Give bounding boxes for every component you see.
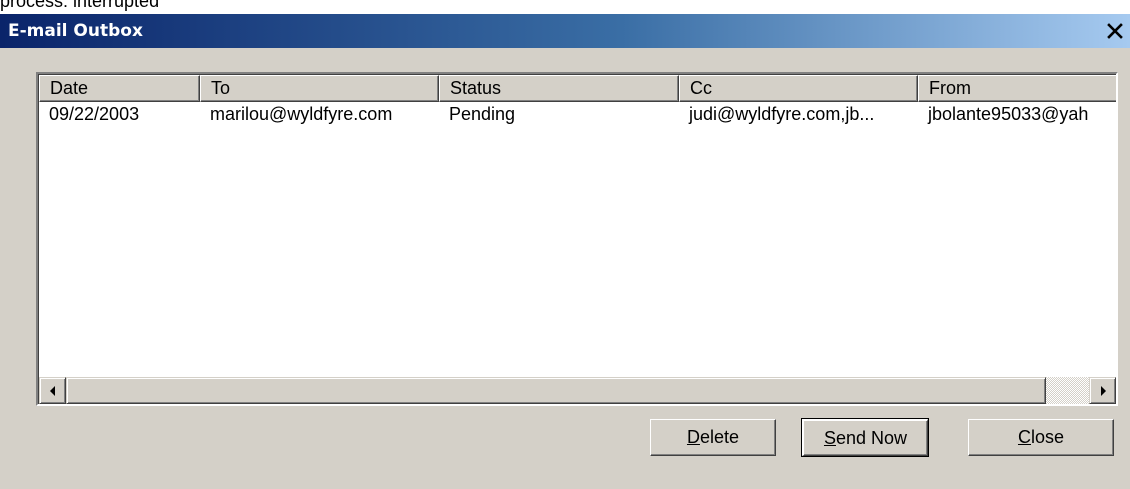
background-window-strip: process: interrupted — [0, 0, 1130, 14]
email-outbox-dialog: E-mail Outbox Date To Status Cc From 09/… — [0, 14, 1130, 489]
horizontal-scrollbar[interactable] — [39, 377, 1116, 404]
cell-to: marilou@wyldfyre.com — [210, 104, 393, 124]
scroll-right-button[interactable] — [1089, 377, 1116, 404]
column-header-date[interactable]: Date — [39, 75, 200, 102]
column-header-from[interactable]: From — [918, 75, 1116, 102]
window-title: E-mail Outbox — [8, 21, 143, 41]
scroll-left-button[interactable] — [39, 377, 66, 404]
page: process: interrupted E-mail Outbox Date … — [0, 0, 1130, 489]
table-row[interactable]: 09/22/2003 marilou@wyldfyre.com Pending … — [39, 103, 1116, 129]
column-header-to[interactable]: To — [200, 75, 439, 102]
close-window-button[interactable] — [1100, 17, 1130, 45]
arrow-left-icon — [49, 385, 55, 396]
background-window-text: process: interrupted — [0, 0, 160, 11]
column-header-row: Date To Status Cc From — [39, 75, 1116, 102]
close-mnemonic: C — [1017, 427, 1031, 447]
scroll-track[interactable] — [1046, 377, 1089, 404]
column-header-status[interactable]: Status — [439, 75, 679, 102]
send-now-button[interactable]: Send Now — [801, 418, 929, 457]
close-label: lose — [1030, 427, 1065, 447]
cell-date: 09/22/2003 — [49, 104, 140, 124]
cell-from: jbolante95033@yah — [928, 104, 1089, 124]
send-now-mnemonic: S — [823, 428, 836, 448]
cell-status: Pending — [449, 104, 516, 124]
close-icon — [1107, 23, 1123, 39]
delete-button[interactable]: Delete — [650, 419, 776, 456]
title-bar[interactable]: E-mail Outbox — [0, 14, 1130, 48]
send-now-label: end Now — [835, 428, 908, 448]
delete-mnemonic: D — [686, 427, 700, 447]
outbox-list[interactable]: Date To Status Cc From 09/22/2003 marilo… — [36, 72, 1118, 406]
cell-cc: judi@wyldfyre.com,jb... — [689, 104, 875, 124]
list-area: Date To Status Cc From 09/22/2003 marilo… — [38, 74, 1116, 404]
arrow-right-icon — [1100, 385, 1106, 396]
close-button[interactable]: Close — [968, 419, 1114, 456]
scroll-thumb[interactable] — [66, 377, 1046, 404]
delete-label: elete — [699, 427, 740, 447]
column-header-cc[interactable]: Cc — [679, 75, 918, 102]
